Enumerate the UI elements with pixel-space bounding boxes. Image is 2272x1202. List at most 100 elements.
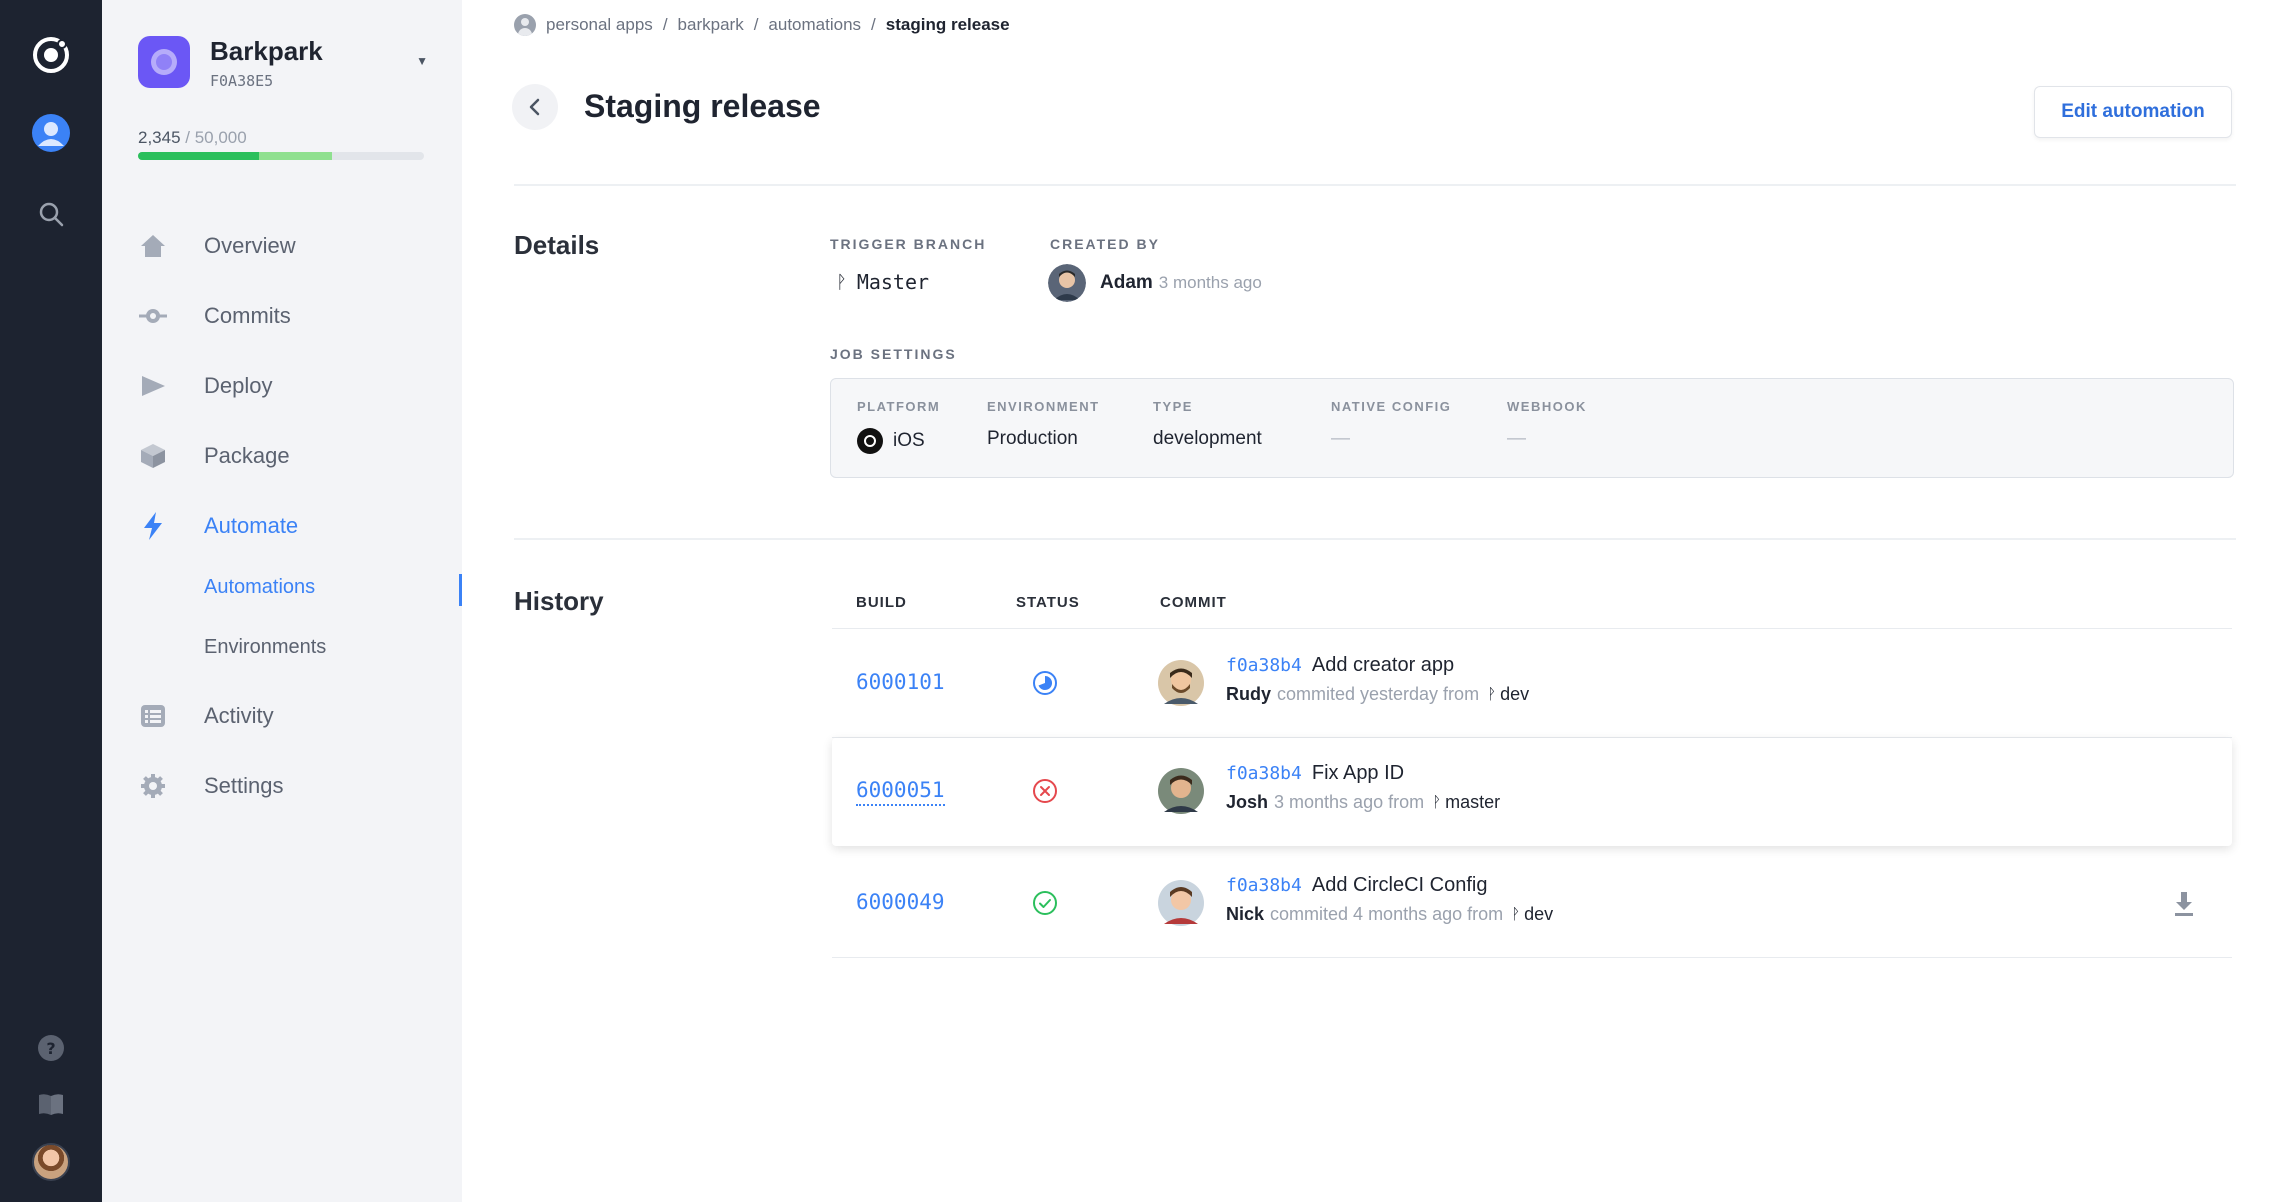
commit-hash[interactable]: f0a38b4 — [1226, 655, 1302, 676]
column-build: BUILD — [856, 594, 907, 611]
page-title: Staging release — [584, 88, 821, 124]
commit-author-avatar — [1158, 880, 1204, 926]
webhook-label: WEBHOOK — [1507, 399, 1587, 414]
usage-sep: / — [180, 128, 195, 147]
native-config-label: NATIVE CONFIG — [1331, 399, 1452, 414]
breadcrumb-separator: / — [662, 15, 668, 34]
nav-label: Commits — [204, 303, 291, 328]
commit-message: Add CircleCI Config — [1311, 874, 1488, 896]
chevron-left-icon — [529, 98, 540, 116]
nav-label: Deploy — [204, 373, 273, 398]
usage-fill — [138, 152, 259, 160]
commit-icon — [138, 301, 168, 331]
breadcrumb-current: staging release — [885, 15, 1010, 34]
commit-title: f0a38b4 Add creator app — [1226, 654, 1454, 677]
commit-author-avatar — [1158, 768, 1204, 814]
commit-branch-text: master — [1445, 792, 1501, 812]
commit-branch-text: dev — [1500, 684, 1530, 704]
commit-branch: ᚹ dev — [1487, 684, 1529, 705]
build-link[interactable]: 6000049 — [856, 890, 945, 914]
commit-meta: Josh 3 months ago from ᚹ master — [1226, 792, 1500, 813]
usage-used: 2,345 — [138, 128, 181, 147]
environment-label: ENVIRONMENT — [987, 399, 1100, 414]
table-row[interactable]: 6000051 f0a38b4 Fix App ID Josh 3 months… — [832, 738, 2232, 846]
account-icon — [514, 14, 536, 36]
platform-value: iOS — [857, 428, 940, 454]
commit-meta: Nick commited 4 months ago from ᚹ dev — [1226, 904, 1553, 925]
search-icon[interactable] — [0, 196, 102, 232]
commit-branch: ᚹ master — [1432, 792, 1500, 813]
trigger-branch-value: ᚹ Master — [836, 270, 929, 294]
play-icon — [138, 371, 168, 401]
breadcrumb-personal-apps[interactable]: personal apps — [546, 15, 653, 35]
commit-branch-text: dev — [1524, 904, 1554, 924]
commit-message: Add creator app — [1311, 654, 1455, 676]
commit-message: Fix App ID — [1311, 762, 1405, 784]
commit-hash[interactable]: f0a38b4 — [1226, 875, 1302, 896]
commit-meta-text: commited 4 months ago from — [1270, 904, 1504, 924]
app-switcher[interactable]: Barkpark F0A38E5 ▼ — [138, 36, 428, 96]
subnav-environments[interactable]: Environments — [204, 630, 326, 664]
nav-activity[interactable]: Activity — [138, 694, 438, 738]
job-native-config: NATIVE CONFIG — — [1331, 399, 1451, 450]
divider — [514, 184, 2236, 186]
breadcrumb-separator: / — [753, 15, 759, 34]
creator-avatar — [1048, 264, 1086, 302]
history-title: History — [514, 586, 604, 616]
commit-title: f0a38b4 Add CircleCI Config — [1226, 874, 1487, 897]
sidebar: Barkpark F0A38E5 ▼ 2,345 / 50,000 Overvi… — [102, 0, 462, 1202]
caret-down-icon[interactable]: ▼ — [416, 54, 428, 68]
creator-name: Adam — [1100, 272, 1153, 293]
subnav-automations[interactable]: Automations — [204, 570, 315, 604]
bolt-icon — [138, 511, 168, 541]
table-row[interactable]: 6000101 f0a38b4 Add creator app Rudy com… — [832, 630, 2232, 738]
branch-icon: ᚹ — [1432, 794, 1442, 811]
commit-author: Rudy — [1226, 684, 1271, 704]
svg-text:?: ? — [46, 1039, 55, 1058]
usage-bar — [138, 152, 424, 160]
nav-automate[interactable]: Automate — [138, 504, 438, 548]
branch-icon: ᚹ — [1487, 686, 1497, 703]
help-icon[interactable]: ? — [0, 1030, 102, 1066]
table-row[interactable]: 6000049 f0a38b4 Add CircleCI Config Nick… — [832, 850, 2232, 958]
nav-label: Activity — [204, 703, 274, 728]
webhook-value: — — [1507, 428, 1526, 449]
job-platform: PLATFORM iOS — [857, 399, 940, 454]
back-button[interactable] — [512, 84, 558, 130]
running-status-icon — [1033, 671, 1057, 695]
download-icon[interactable] — [2172, 890, 2196, 918]
nav-settings[interactable]: Settings — [138, 764, 438, 808]
details-title: Details — [514, 230, 600, 260]
nav-commits[interactable]: Commits — [138, 294, 438, 338]
commit-meta: Rudy commited yesterday from ᚹ dev — [1226, 684, 1529, 705]
nav-deploy[interactable]: Deploy — [138, 364, 438, 408]
nav-label: Settings — [204, 773, 284, 798]
usage-fill-secondary — [259, 152, 332, 160]
app-name: Barkpark — [210, 36, 323, 66]
box-icon — [138, 441, 168, 471]
active-subnav-marker — [459, 574, 462, 606]
branch-icon: ᚹ — [836, 271, 847, 293]
failed-status-icon — [1033, 779, 1057, 803]
build-link[interactable]: 6000051 — [856, 778, 945, 806]
user-avatar-icon[interactable] — [0, 112, 102, 154]
table-header-divider — [832, 628, 2232, 629]
creator-time: 3 months ago — [1158, 273, 1262, 292]
nav-package[interactable]: Package — [138, 434, 438, 478]
build-link[interactable]: 6000101 — [856, 670, 945, 694]
profile-avatar[interactable] — [0, 1140, 102, 1184]
ionic-logo-icon[interactable] — [0, 32, 102, 78]
environment-value: Production — [987, 428, 1078, 449]
commit-author: Nick — [1226, 904, 1265, 924]
nav-label: Automate — [204, 513, 299, 538]
success-status-icon — [1033, 891, 1057, 915]
docs-book-icon[interactable] — [0, 1086, 102, 1122]
commit-meta-text: 3 months ago from — [1274, 792, 1425, 812]
commit-meta-text: commited yesterday from — [1277, 684, 1480, 704]
nav-overview[interactable]: Overview — [138, 224, 438, 268]
edit-automation-button[interactable]: Edit automation — [2034, 86, 2232, 138]
nav-label: Overview — [204, 233, 296, 258]
breadcrumb-automations[interactable]: automations — [768, 15, 861, 35]
commit-hash[interactable]: f0a38b4 — [1226, 763, 1302, 784]
breadcrumb-barkpark[interactable]: barkpark — [678, 15, 744, 35]
